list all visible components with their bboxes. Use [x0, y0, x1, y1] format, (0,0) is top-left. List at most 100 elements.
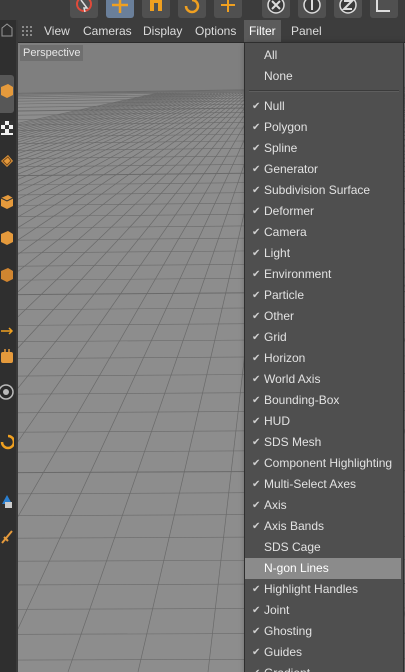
polygon-icon[interactable] — [0, 226, 14, 248]
menu-filter[interactable]: Filter — [244, 20, 281, 42]
filter-item-label: Grid — [264, 330, 287, 344]
filter-item-polygon[interactable]: ✔ Polygon — [245, 117, 401, 138]
filter-item-n-gon-lines[interactable]: N-gon Lines — [245, 558, 401, 579]
rotate-icon[interactable] — [178, 0, 206, 18]
filter-item-other[interactable]: ✔ Other — [245, 306, 401, 327]
edge-icon[interactable] — [0, 190, 14, 212]
viewport-menubar: View Cameras Display Options Filter Pane… — [18, 20, 405, 43]
filter-item-label: Axis Bands — [264, 519, 325, 533]
filter-item-generator[interactable]: ✔ Generator — [245, 159, 401, 180]
filter-item-label: Particle — [264, 288, 305, 302]
filter-item-grid[interactable]: ✔ Grid — [245, 327, 401, 348]
filter-item-light[interactable]: ✔ Light — [245, 243, 401, 264]
checkmark-icon: ✔ — [252, 206, 261, 217]
menu-separator — [249, 90, 399, 92]
filter-item-label: Deformer — [264, 204, 315, 218]
cinema4d-window: View Cameras Display Options Filter Pane… — [0, 0, 405, 672]
brush-icon[interactable] — [0, 525, 14, 547]
checkmark-icon: ✔ — [252, 332, 261, 343]
checkmark-icon: ✔ — [252, 227, 261, 238]
filter-item-label: HUD — [264, 414, 290, 428]
filter-item-label: Polygon — [264, 120, 308, 134]
filter-item-label: SDS Mesh — [264, 435, 322, 449]
filter-item-component-highlighting[interactable]: ✔ Component Highlighting — [245, 453, 401, 474]
filter-item-label: Joint — [264, 603, 290, 617]
workplane-icon[interactable] — [0, 430, 14, 452]
filter-item-gradient[interactable]: ✔Gradient — [245, 663, 401, 672]
filter-item-hud[interactable]: ✔ HUD — [245, 411, 401, 432]
filter-item-axis[interactable]: ✔ Axis — [245, 495, 401, 516]
filter-item-spline[interactable]: ✔ Spline — [245, 138, 401, 159]
checkmark-icon: ✔ — [252, 647, 261, 658]
checkmark-icon: ✔ — [252, 479, 261, 490]
checkmark-icon: ✔ — [252, 143, 261, 154]
checkmark-icon: ✔ — [252, 269, 261, 280]
checkmark-icon: ✔ — [252, 122, 261, 133]
checkmark-icon: ✔ — [252, 663, 262, 672]
filter-item-guides[interactable]: ✔ Guides — [245, 642, 401, 663]
filter-item-subdivision-surface[interactable]: ✔ Subdivision Surface — [245, 180, 401, 201]
z-axis-lock-icon[interactable] — [334, 0, 362, 18]
snap-icon[interactable] — [0, 380, 14, 402]
checkmark-icon: ✔ — [252, 290, 261, 301]
filter-item-label: Bounding-Box — [264, 393, 340, 407]
checkmark-icon: ✔ — [252, 374, 261, 385]
filter-item-sds-cage[interactable]: SDS Cage — [245, 537, 401, 558]
filter-item-label: Guides — [264, 645, 303, 659]
filter-item-none[interactable]: None — [245, 66, 401, 87]
filter-dropdown-menu: All None ✔ Null ✔ Polygon ✔ Spline ✔ Generator ✔ Su… — [244, 42, 404, 672]
filter-item-deformer[interactable]: ✔ Deformer — [245, 201, 401, 222]
filter-item-label: Horizon — [264, 351, 306, 365]
menu-options[interactable]: Options — [190, 20, 241, 42]
filter-item-label: Other — [264, 309, 295, 323]
filter-item-all[interactable]: All — [245, 45, 401, 66]
menu-panel[interactable]: Panel — [286, 20, 327, 42]
lock-icon[interactable] — [0, 490, 14, 512]
soft-selection-icon[interactable] — [0, 345, 14, 367]
layout-icon[interactable] — [0, 20, 14, 42]
grip-icon[interactable] — [22, 25, 34, 37]
filter-item-label: None — [264, 69, 293, 83]
filter-item-label: Gradient — [264, 663, 310, 672]
filter-item-label: Environment — [264, 267, 332, 281]
scale-icon[interactable] — [142, 0, 170, 18]
filter-item-label: Null — [264, 99, 285, 113]
menu-view[interactable]: View — [39, 20, 75, 42]
filter-item-particle[interactable]: ✔ Particle — [245, 285, 401, 306]
filter-item-joint[interactable]: ✔ Joint — [245, 600, 401, 621]
filter-item-label: Subdivision Surface — [264, 183, 371, 197]
filter-item-ghosting[interactable]: ✔ Ghosting — [245, 621, 401, 642]
live-selection-icon[interactable] — [70, 0, 98, 18]
filter-item-multi-select-axes[interactable]: ✔ Multi-Select Axes — [245, 474, 401, 495]
menu-display[interactable]: Display — [138, 20, 187, 42]
filter-item-highlight-handles[interactable]: ✔ Highlight Handles — [245, 579, 401, 600]
filter-item-camera[interactable]: ✔ Camera — [245, 222, 401, 243]
cube-icon[interactable] — [0, 80, 14, 102]
checkmark-icon: ✔ — [252, 437, 261, 448]
filter-item-axis-bands[interactable]: ✔ Axis Bands — [245, 516, 401, 537]
move-icon[interactable] — [106, 0, 134, 18]
x-axis-lock-icon[interactable] — [262, 0, 290, 18]
object-icon[interactable] — [0, 263, 14, 285]
checkmark-icon: ✔ — [252, 605, 261, 616]
texture-icon[interactable] — [0, 150, 14, 172]
filter-item-world-axis[interactable]: ✔ World Axis — [245, 369, 401, 390]
filter-item-horizon[interactable]: ✔ Horizon — [245, 348, 401, 369]
filter-item-sds-mesh[interactable]: ✔ SDS Mesh — [245, 432, 401, 453]
last-tool-icon[interactable] — [214, 0, 242, 18]
world-coordinates-icon[interactable] — [370, 0, 398, 18]
filter-item-bounding-box[interactable]: ✔ Bounding-Box — [245, 390, 401, 411]
menu-cameras[interactable]: Cameras — [78, 20, 137, 42]
filter-item-null[interactable]: ✔ Null — [245, 96, 401, 117]
checkerboard-icon[interactable] — [0, 117, 14, 139]
checkmark-icon: ✔ — [252, 164, 261, 175]
checkmark-icon: ✔ — [252, 248, 261, 259]
filter-item-label: N-gon Lines — [264, 561, 329, 575]
y-axis-lock-icon[interactable] — [298, 0, 326, 18]
checkmark-icon: ✔ — [252, 311, 261, 322]
checkmark-icon: ✔ — [252, 101, 261, 112]
checkmark-icon: ✔ — [252, 395, 261, 406]
axis-icon[interactable] — [0, 320, 14, 342]
checkmark-icon: ✔ — [252, 626, 261, 637]
filter-item-environment[interactable]: ✔ Environment — [245, 264, 401, 285]
